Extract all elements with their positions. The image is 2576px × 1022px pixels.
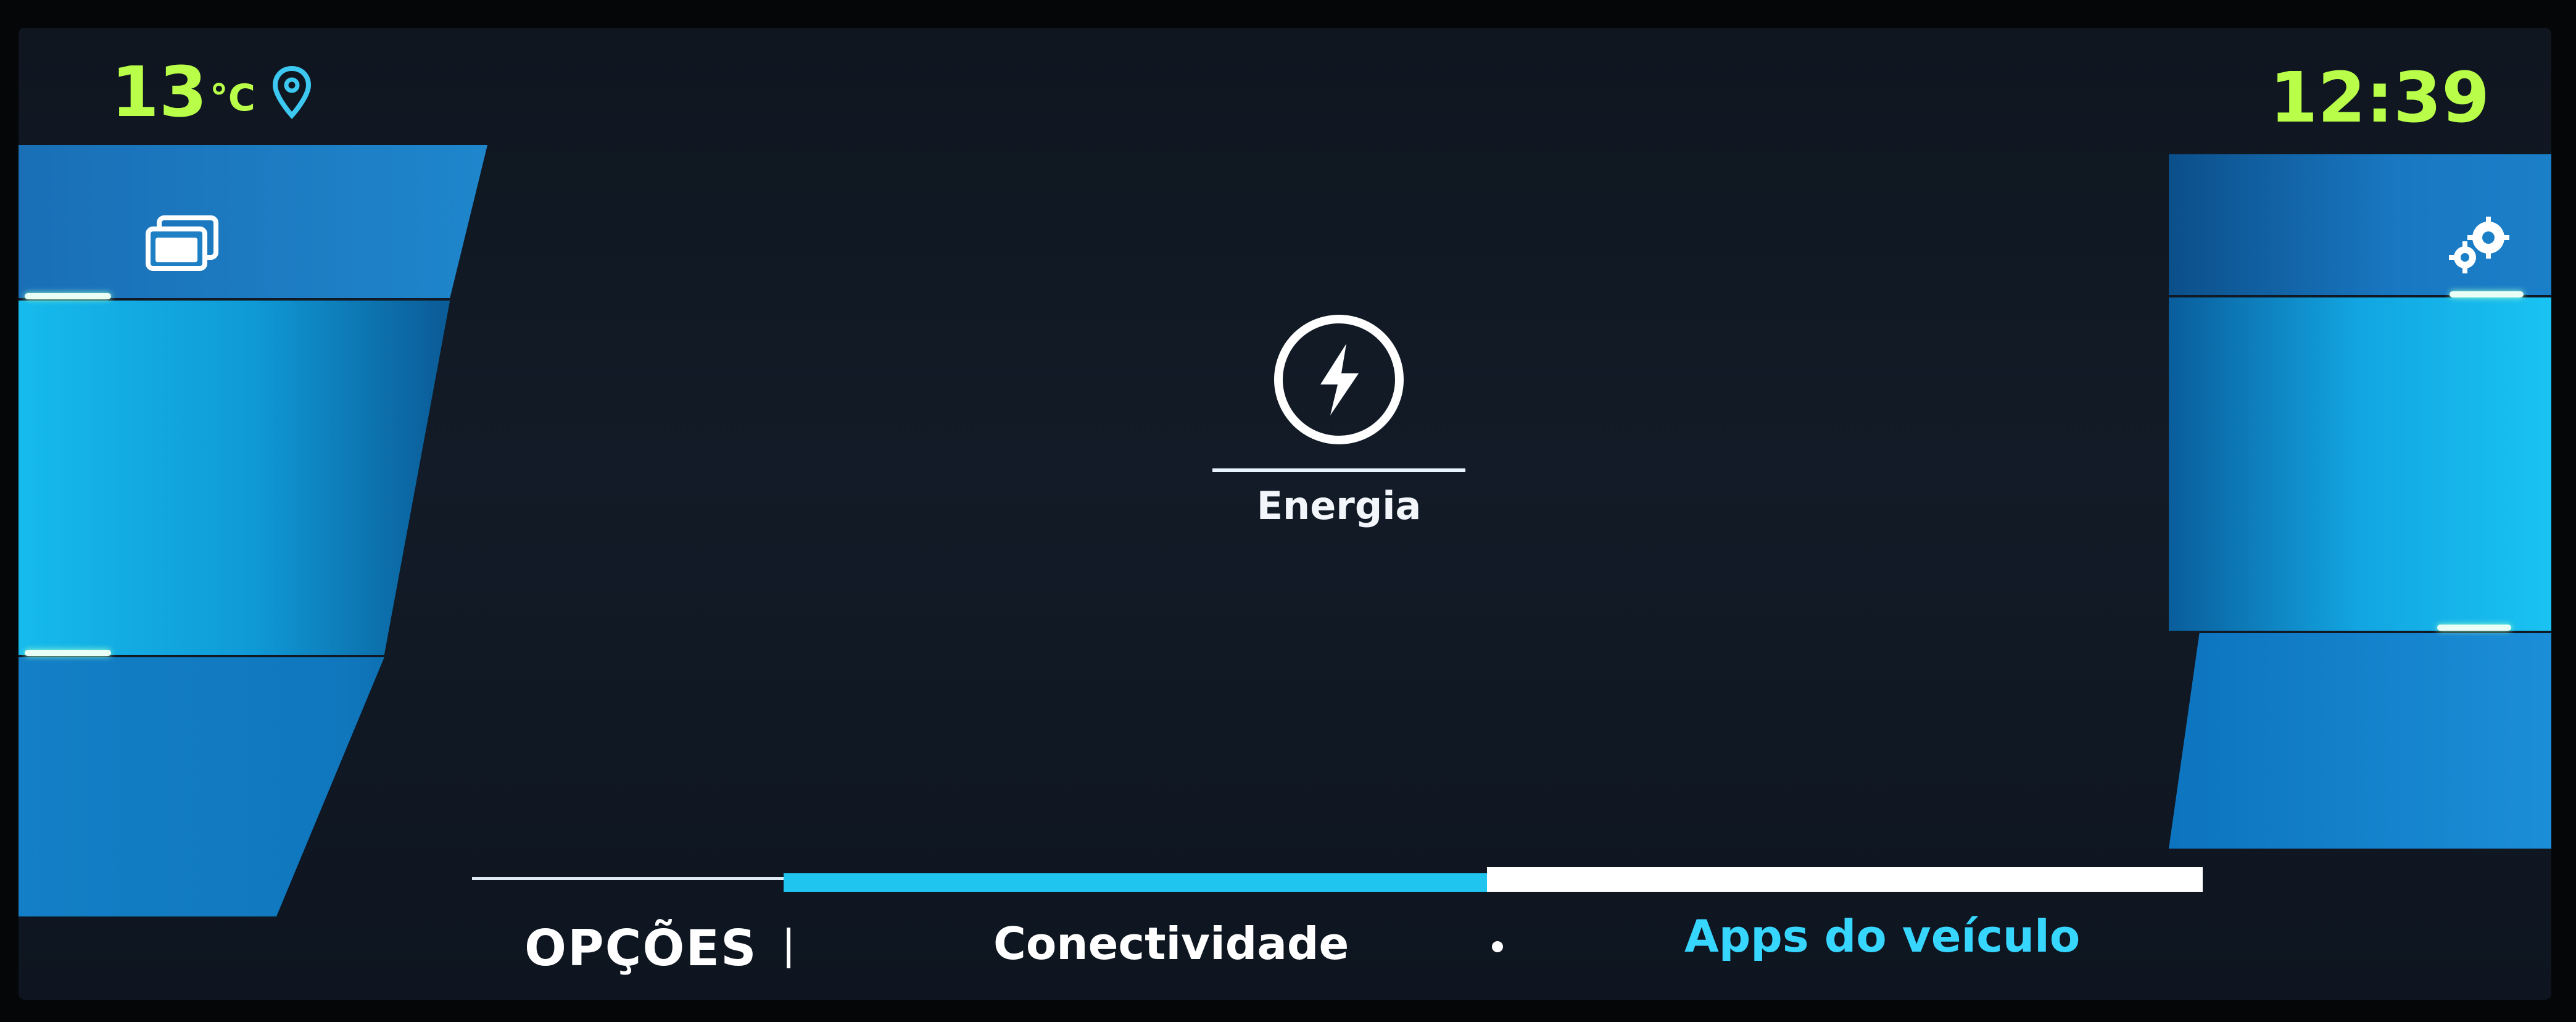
left-panel-bottom-button[interactable]: [19, 657, 384, 916]
page-indicator-bar: [472, 867, 2203, 894]
temperature-value: 13: [111, 52, 207, 133]
gears-icon: [2449, 217, 2509, 273]
infotainment-screen: 13 °C 12:39 Energia OPÇÕES Conectividade…: [19, 28, 2551, 1000]
lightning-bolt-icon: [1274, 315, 1404, 444]
left-panel-middle-button[interactable]: [19, 301, 450, 655]
nav-separator: [787, 928, 790, 968]
right-panel-middle-button[interactable]: [2169, 297, 2551, 631]
energy-label: Energia: [1256, 483, 1422, 528]
temperature-indicator: 13 °C: [111, 52, 313, 133]
left-shortcut-panel: [19, 145, 487, 916]
temperature-unit: °C: [209, 77, 255, 120]
right-shortcut-panel: [2169, 154, 2551, 849]
stacked-windows-icon: [146, 215, 218, 271]
divider-marker: [2437, 625, 2511, 631]
divider-marker: [2450, 291, 2524, 297]
tab-apps-do-veiculo[interactable]: Apps do veículo: [1684, 910, 2080, 962]
page-indicator-next: [1487, 867, 2203, 892]
left-panel-top-button[interactable]: [19, 145, 487, 298]
right-panel-bottom-button[interactable]: [2169, 633, 2551, 849]
tab-conectividade[interactable]: Conectividade: [993, 918, 1349, 970]
bottom-navigation: OPÇÕES Conectividade Apps do veículo: [19, 904, 2551, 984]
tile-underline: [1212, 468, 1465, 472]
energy-tile[interactable]: Energia: [1209, 312, 1468, 571]
divider-marker: [25, 293, 111, 299]
page-dot: [1492, 941, 1503, 952]
options-button[interactable]: OPÇÕES: [524, 920, 758, 977]
divider-marker: [25, 650, 111, 656]
clock: 12:39: [2269, 58, 2490, 138]
location-pin-icon: [272, 65, 311, 119]
page-indicator-active: [784, 873, 1487, 892]
